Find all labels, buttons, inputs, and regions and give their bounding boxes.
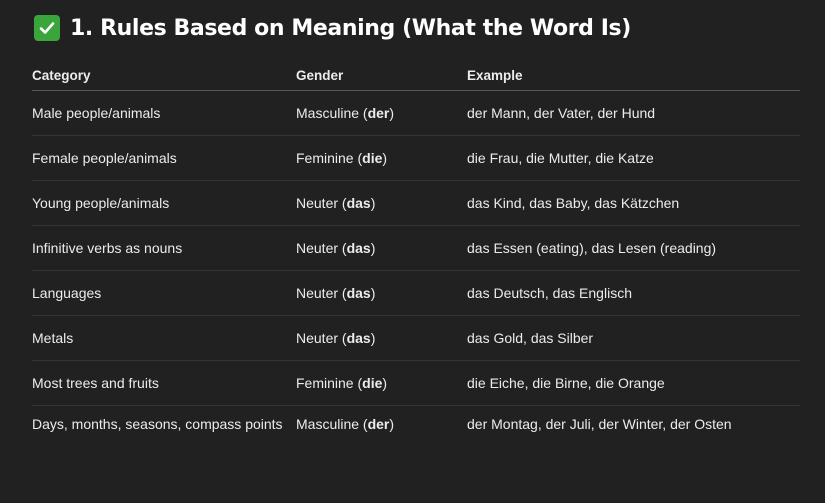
example-cell: das Deutsch, das Englisch [467,270,800,316]
example-text: die Frau, die Mutter, die Katze [467,150,654,166]
table-row: Languages Neuter (das) das Deutsch, das En… [32,270,800,316]
gender-label: Masculine [296,416,360,432]
example-text: der Montag, der Juli, der Winter, der Os… [467,416,732,432]
example-text: die Eiche, die Birne, die Orange [467,375,665,391]
gender-cell: Masculine (der) [296,90,467,136]
gender-value: Neuter (das) [296,240,376,256]
table-header-row: Category Gender Example [32,61,800,91]
page: 1. Rules Based on Meaning (What the Word… [0,0,825,503]
example-cell: der Montag, der Juli, der Winter, der Os… [467,406,800,475]
example-text: das Essen (eating), das Lesen (reading) [467,240,717,256]
article-label: das [346,240,371,256]
gender-label: Feminine [296,150,354,166]
gender-cell: Masculine (der) [296,406,467,475]
gender-label: Neuter [296,285,339,301]
article-label: der [367,105,390,121]
category-text: Most trees and fruits [32,375,159,391]
example-cell: der Mann, der Vater, der Hund [467,90,800,136]
example-text: der Mann, der Vater, der Hund [467,105,656,121]
gender-rules-table: Category Gender Example Male people/anim… [32,61,800,474]
table-row: Metals Neuter (das) das Gold, das Silber [32,315,800,361]
article-label: das [346,285,371,301]
gender-cell: Feminine (die) [296,135,467,181]
article-label: die [362,375,383,391]
gender-value: Neuter (das) [296,285,376,301]
example-cell: die Eiche, die Birne, die Orange [467,360,800,406]
table-row: Young people/animals Neuter (das) das Kind… [32,180,800,226]
category-cell: Metals [32,315,296,361]
table-row: Infinitive verbs as nouns Neuter (das) das… [32,225,800,271]
gender-value: Feminine (die) [296,375,388,391]
gender-value: Neuter (das) [296,195,376,211]
gender-value: Neuter (das) [296,330,376,346]
example-cell: das Kind, das Baby, das Kätzchen [467,180,800,226]
column-header-gender: Gender [296,61,467,91]
category-text: Languages [32,285,102,301]
category-text: Female people/animals [32,150,177,166]
gender-cell: Neuter (das) [296,225,467,271]
gender-value: Masculine (der) [296,105,395,121]
article-label: das [346,330,371,346]
column-header-category: Category [32,61,296,91]
category-cell: Most trees and fruits [32,360,296,406]
gender-label: Neuter [296,195,339,211]
section-heading: 1. Rules Based on Meaning (What the Word… [34,12,631,44]
table-row: Days, months, seasons, compass points Mas… [32,406,800,475]
gender-cell: Neuter (das) [296,315,467,361]
category-text: Infinitive verbs as nouns [32,240,183,256]
gender-label: Neuter [296,330,339,346]
article-label: das [346,195,371,211]
gender-value: Masculine (der) [296,416,395,432]
example-text: das Kind, das Baby, das Kätzchen [467,195,680,211]
category-text: Metals [32,330,74,346]
article-label: der [367,416,390,432]
gender-label: Feminine [296,375,354,391]
table-row: Male people/animals Masculine (der) der Ma… [32,90,800,136]
gender-label: Masculine [296,105,360,121]
section-title: 1. Rules Based on Meaning (What the Word… [70,15,631,41]
example-text: das Deutsch, das Englisch [467,285,632,301]
column-header-example: Example [467,61,800,91]
category-cell: Male people/animals [32,90,296,136]
example-cell: das Gold, das Silber [467,315,800,361]
gender-label: Neuter [296,240,339,256]
table-row: Female people/animals Feminine (die) die F… [32,135,800,181]
category-cell: Days, months, seasons, compass points [32,406,296,475]
gender-cell: Neuter (das) [296,270,467,316]
category-text: Days, months, seasons, compass points [32,416,283,432]
category-cell: Infinitive verbs as nouns [32,225,296,271]
category-cell: Female people/animals [32,135,296,181]
gender-cell: Feminine (die) [296,360,467,406]
example-cell: das Essen (eating), das Lesen (reading) [467,225,800,271]
category-text: Male people/animals [32,105,161,121]
gender-value: Feminine (die) [296,150,388,166]
category-text: Young people/animals [32,195,170,211]
category-cell: Languages [32,270,296,316]
table-row: Most trees and fruits Feminine (die) die E… [32,360,800,406]
gender-cell: Neuter (das) [296,180,467,226]
check-mark-icon [34,15,60,41]
example-cell: die Frau, die Mutter, die Katze [467,135,800,181]
category-cell: Young people/animals [32,180,296,226]
article-label: die [362,150,383,166]
example-text: das Gold, das Silber [467,330,594,346]
